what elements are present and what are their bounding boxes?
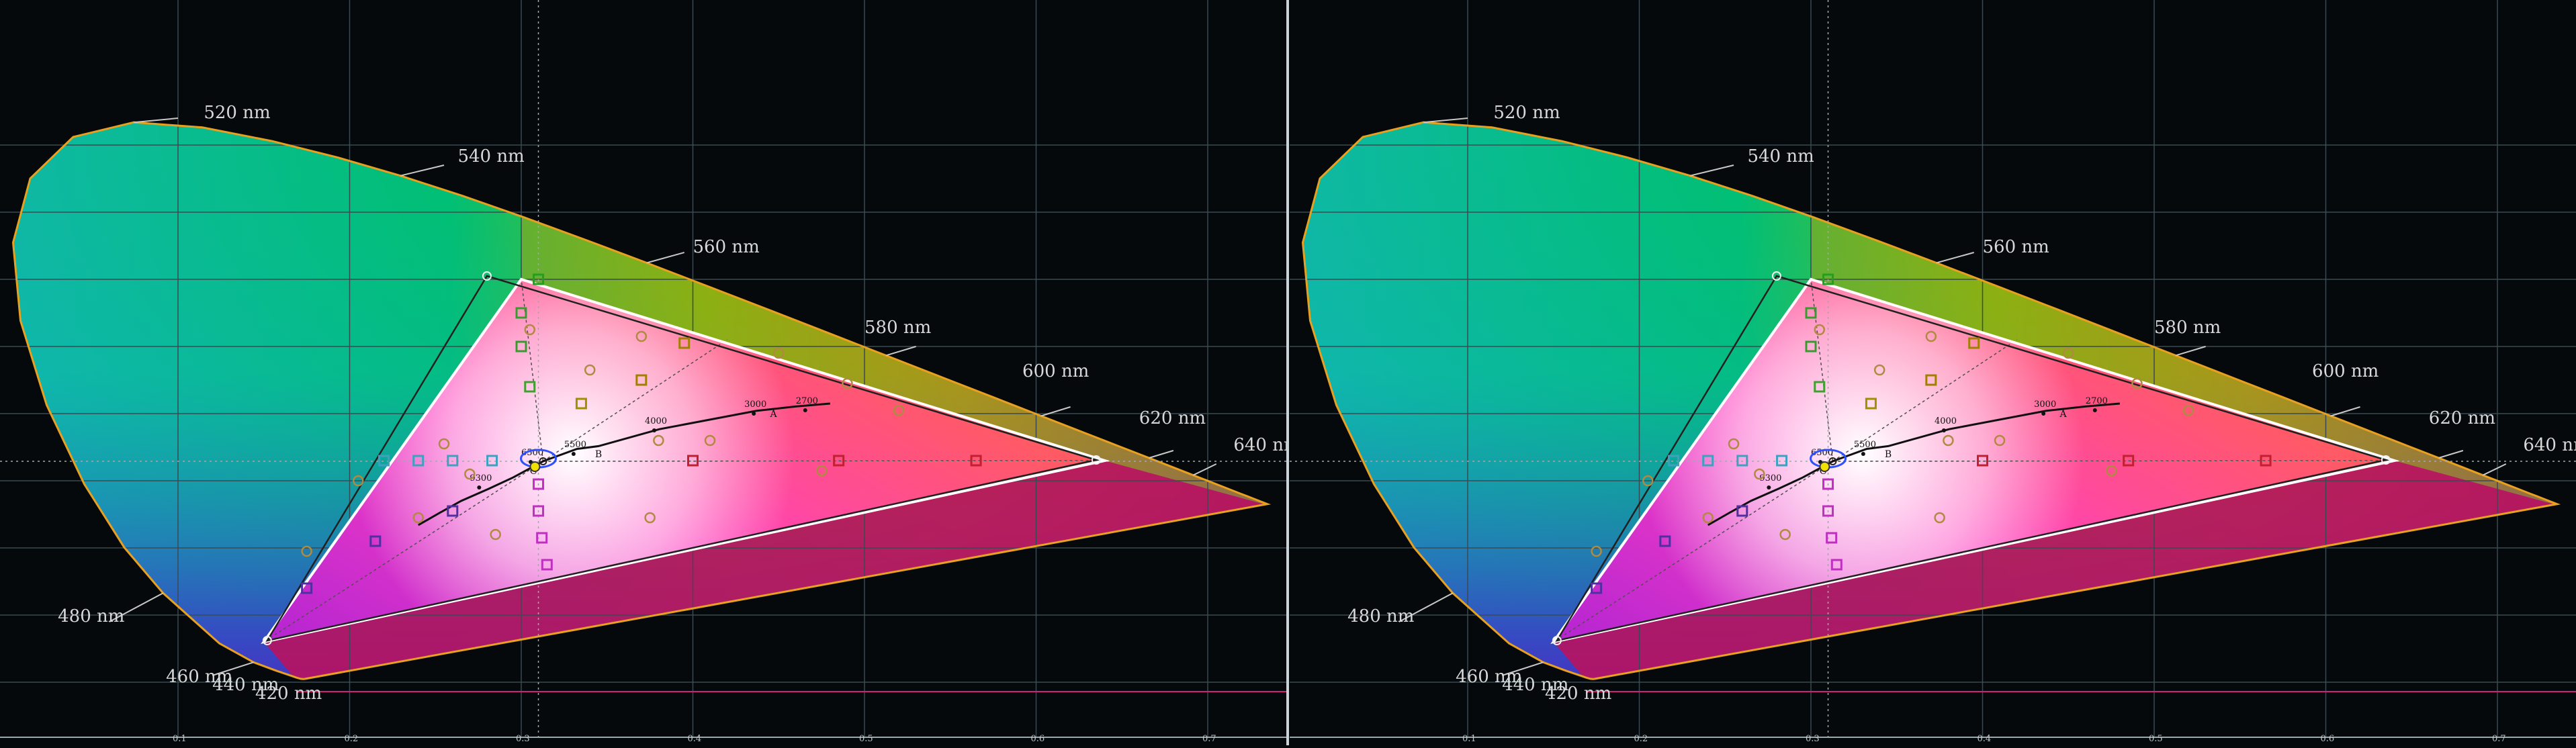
x-tick-label: 0.5 xyxy=(859,734,873,744)
wavelength-tick xyxy=(2438,450,2464,459)
cct-label: 3000 xyxy=(2034,400,2056,410)
cct-point xyxy=(477,485,482,489)
cct-label: 4000 xyxy=(645,416,667,426)
cct-point xyxy=(1767,485,1771,489)
wavelength-tick xyxy=(646,252,684,264)
wavelength-tick xyxy=(134,118,179,124)
wavelength-label: 620 nm xyxy=(1139,408,1206,428)
cct-point xyxy=(2092,408,2097,412)
wavelength-label: 640 nm xyxy=(1233,435,1286,455)
wavelength-label: 460 nm xyxy=(1456,667,1522,687)
illuminant-label: B xyxy=(1885,449,1892,460)
wavelength-label: 480 nm xyxy=(1347,606,1414,626)
x-tick-label: 0.6 xyxy=(1031,734,1045,744)
cct-label: 5500 xyxy=(1854,440,1876,450)
wavelength-label: 620 nm xyxy=(2429,408,2495,428)
wavelength-label: 520 nm xyxy=(204,103,270,123)
wavelength-tick xyxy=(1149,450,1174,459)
x-tick-label: 0.4 xyxy=(688,734,702,744)
wavelength-tick xyxy=(2330,406,2360,417)
cct-point xyxy=(1941,428,1946,432)
wavelength-label: 520 nm xyxy=(1493,103,1560,123)
cct-point xyxy=(1861,452,1865,456)
wavelength-label: 480 nm xyxy=(58,606,124,626)
wavelength-tick xyxy=(400,165,445,177)
wavelength-label: 600 nm xyxy=(1022,361,1089,381)
wavelength-label: 540 nm xyxy=(1747,146,1814,167)
wavelength-label: 540 nm xyxy=(457,146,524,167)
illuminant-label: B xyxy=(595,449,602,460)
cie-comparison-screen: 930065005500400030002700BCA420 nm440 nm4… xyxy=(0,0,2576,745)
wavelength-tick xyxy=(1423,118,1468,124)
x-tick-label: 0.7 xyxy=(1202,734,1216,744)
x-tick-label: 0.3 xyxy=(516,734,530,744)
panel-divider xyxy=(1286,0,1289,745)
wavelength-tick xyxy=(1040,406,1071,417)
whitepoint-measured-marker xyxy=(529,461,541,472)
cct-point xyxy=(752,412,756,416)
illuminant-label: A xyxy=(2059,409,2067,420)
x-tick-label: 0.7 xyxy=(2492,734,2506,744)
wavelength-label: 580 nm xyxy=(864,318,931,338)
whitepoint-measured-marker xyxy=(1819,461,1830,472)
cie-chart-right: 930065005500400030002700BCA420 nm440 nm4… xyxy=(1290,0,2576,745)
cct-point xyxy=(2041,412,2046,416)
cie-diagram-svg: 930065005500400030002700BCA420 nm440 nm4… xyxy=(0,0,1378,744)
x-tick-label: 0.3 xyxy=(1806,734,1820,744)
wavelength-label: 460 nm xyxy=(166,667,232,687)
x-tick-label: 0.2 xyxy=(345,734,359,744)
wavelength-tick xyxy=(1689,165,1734,177)
wavelength-tick xyxy=(2482,463,2507,476)
wavelength-label: 560 nm xyxy=(1983,237,2049,257)
cct-point xyxy=(652,428,656,432)
cct-label: 4000 xyxy=(1935,416,1957,426)
illuminant-label: A xyxy=(769,409,777,420)
wavelength-tick xyxy=(1936,252,1974,264)
wavelength-label: 560 nm xyxy=(693,237,760,257)
cct-label: 5500 xyxy=(564,440,586,450)
wavelength-tick xyxy=(885,346,916,357)
cct-label: 3000 xyxy=(744,400,766,410)
cie-chart-left: 930065005500400030002700BCA420 nm440 nm4… xyxy=(0,0,1378,745)
wavelength-tick xyxy=(1192,463,1217,476)
cct-label: 2700 xyxy=(796,396,818,406)
x-tick-label: 0.5 xyxy=(2149,734,2163,744)
cct-label: 2700 xyxy=(2086,396,2108,406)
x-tick-label: 0.2 xyxy=(1634,734,1648,744)
wavelength-label: 640 nm xyxy=(2523,435,2576,455)
wavelength-tick xyxy=(2175,346,2206,357)
cie-diagram-svg: 930065005500400030002700BCA420 nm440 nm4… xyxy=(1290,0,2576,744)
x-tick-label: 0.4 xyxy=(1978,734,1992,744)
cct-point xyxy=(571,452,576,456)
wavelength-label: 580 nm xyxy=(2154,318,2221,338)
cct-point xyxy=(803,408,807,412)
x-tick-label: 0.1 xyxy=(173,734,187,744)
wavelength-label: 600 nm xyxy=(2312,361,2379,381)
x-tick-label: 0.1 xyxy=(1462,734,1476,744)
x-tick-label: 0.6 xyxy=(2321,734,2335,744)
